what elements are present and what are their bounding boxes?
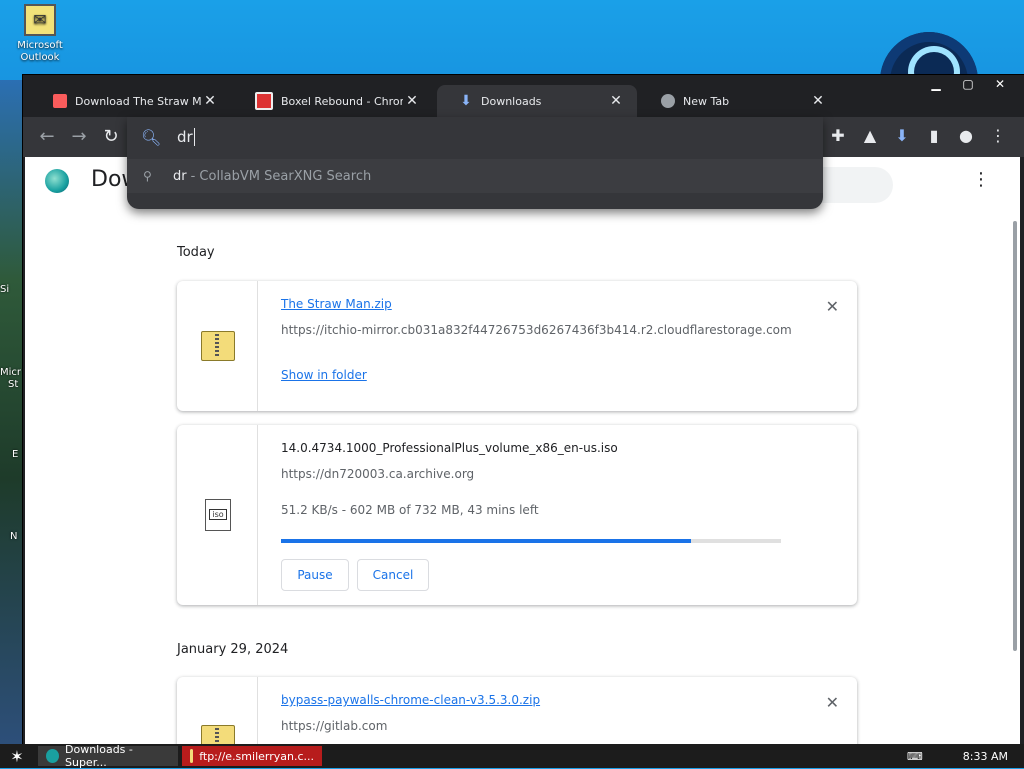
- browser-icon: [46, 749, 59, 763]
- omnibox-suggestion[interactable]: ⚲ dr - CollabVM SearXNG Search: [127, 159, 823, 193]
- desktop-partial-label: St: [8, 379, 19, 390]
- menu-kebab-icon[interactable]: ⋮: [987, 125, 1009, 147]
- keyboard-icon[interactable]: ⌨: [907, 750, 923, 763]
- file-source-url: https://dn720003.ca.archive.org: [281, 467, 475, 481]
- taskbar-item-ftp[interactable]: ftp://e.smilerryan.c...: [182, 746, 322, 766]
- browser-logo-icon: [45, 169, 69, 193]
- download-card: bypass-paywalls-chrome-clean-v3.5.3.0.zi…: [177, 677, 857, 745]
- file-icon-column: [177, 281, 258, 411]
- tab-title: Downloads: [481, 94, 542, 108]
- close-icon[interactable]: ✕: [607, 93, 625, 109]
- suggestion-query: dr: [173, 168, 187, 184]
- desktop-partial-label: N: [10, 531, 18, 542]
- start-icon[interactable]: ✶: [0, 747, 34, 766]
- file-icon-column: [177, 677, 258, 745]
- itchio-icon: [53, 94, 67, 108]
- file-icon-column: iso: [177, 425, 258, 605]
- show-in-folder-link[interactable]: Show in folder: [281, 368, 367, 382]
- desktop-partial-label: E: [12, 449, 19, 460]
- downloads-page: Dow ⋮ Today The Straw Man.zip https://it…: [25, 157, 1020, 745]
- download-progress-bar: [281, 539, 781, 543]
- date-header-today: Today: [177, 245, 215, 260]
- search-icon: 🔍︎: [141, 127, 162, 147]
- tab-downloads[interactable]: ⬇ Downloads ✕: [437, 85, 637, 117]
- desktop-partial-label: Si: [0, 284, 10, 295]
- date-header-jan-29: January 29, 2024: [177, 642, 289, 657]
- tab-boxel-rebound[interactable]: Boxel Rebound - Chrome W ✕: [233, 85, 433, 117]
- file-name-link[interactable]: bypass-paywalls-chrome-clean-v3.5.3.0.zi…: [281, 693, 540, 707]
- progress-fill: [281, 539, 691, 543]
- iso-file-icon: iso: [205, 499, 231, 531]
- window-controls: ▁ ▢ ✕: [920, 75, 1016, 93]
- clock: 8:33 AM: [962, 749, 1008, 763]
- close-window-icon[interactable]: ✕: [984, 75, 1016, 93]
- system-tray: ⌨ 8:33 AM: [907, 744, 1008, 768]
- search-icon: ⚲: [143, 169, 152, 183]
- scrollbar[interactable]: [1010, 217, 1020, 737]
- close-icon[interactable]: ✕: [201, 93, 219, 109]
- forward-arrow-icon[interactable]: →: [67, 125, 91, 149]
- profile-avatar-icon[interactable]: ●: [955, 125, 977, 147]
- desktop-icon-outlook[interactable]: ✉ Microsoft Outlook: [12, 4, 68, 64]
- file-source-url: https://itchio-mirror.cb031a832f44726753…: [281, 323, 792, 337]
- taskbar-item-downloads[interactable]: Downloads - Super...: [38, 743, 178, 769]
- game-icon: [255, 92, 273, 110]
- remove-download-icon[interactable]: ✕: [826, 693, 839, 712]
- globe-icon: [661, 94, 675, 108]
- maximize-icon[interactable]: ▢: [952, 75, 984, 93]
- address-input[interactable]: dr: [177, 128, 195, 146]
- more-options-icon[interactable]: ⋮: [972, 169, 990, 190]
- taskbar: ✶ Downloads - Super... ftp://e.smilerrya…: [0, 743, 1024, 769]
- folder-icon: [190, 749, 194, 763]
- tab-straw-man[interactable]: Download The Straw Man b ✕: [31, 85, 231, 117]
- file-name-link[interactable]: The Straw Man.zip: [281, 297, 392, 311]
- address-bar[interactable]: 🔍︎ dr: [127, 117, 823, 157]
- download-progress-icon[interactable]: ⬇: [891, 125, 913, 147]
- extensions-puzzle-icon[interactable]: ✚: [827, 125, 849, 147]
- download-card: iso 14.0.4734.1000_ProfessionalPlus_volu…: [177, 425, 857, 605]
- close-icon[interactable]: ✕: [403, 93, 421, 109]
- close-icon[interactable]: ✕: [809, 93, 827, 109]
- lab-flask-icon[interactable]: ▲: [859, 125, 881, 147]
- pause-button[interactable]: Pause: [281, 559, 349, 591]
- cancel-button[interactable]: Cancel: [357, 559, 429, 591]
- remove-download-icon[interactable]: ✕: [826, 297, 839, 316]
- desktop-partial-label: Micr: [0, 367, 22, 378]
- side-panel-icon[interactable]: ▮: [923, 125, 945, 147]
- minimize-icon[interactable]: ▁: [920, 75, 952, 93]
- back-arrow-icon[interactable]: ←: [35, 125, 59, 149]
- outlook-icon: ✉: [24, 4, 56, 36]
- omnibox-dropdown: 🔍︎ dr ⚲ dr - CollabVM SearXNG Search: [127, 117, 823, 209]
- suggestion-engine: - CollabVM SearXNG Search: [190, 168, 372, 184]
- file-source-url: https://gitlab.com: [281, 719, 388, 733]
- taskbar-item-label: Downloads - Super...: [65, 743, 133, 769]
- download-card: The Straw Man.zip https://itchio-mirror.…: [177, 281, 857, 411]
- browser-window: Download The Straw Man b ✕ Boxel Rebound…: [22, 74, 1024, 746]
- zip-file-icon: [201, 331, 235, 361]
- desktop-icon-label: Microsoft Outlook: [17, 40, 63, 63]
- tab-title: Boxel Rebound - Chrome W: [281, 94, 403, 108]
- tab-strip: Download The Straw Man b ✕ Boxel Rebound…: [23, 75, 1024, 117]
- download-status: 51.2 KB/s - 602 MB of 732 MB, 43 mins le…: [281, 503, 539, 517]
- file-name: 14.0.4734.1000_ProfessionalPlus_volume_x…: [281, 441, 618, 455]
- tab-title: Download The Straw Man b: [75, 94, 201, 108]
- tab-title: New Tab: [683, 94, 730, 108]
- reload-icon[interactable]: ↻: [99, 125, 123, 149]
- download-icon: ⬇: [460, 93, 472, 109]
- zip-file-icon: [201, 725, 235, 745]
- taskbar-item-label: ftp://e.smilerryan.c...: [199, 749, 314, 763]
- tab-new-tab[interactable]: New Tab ✕: [639, 85, 839, 117]
- scrollbar-thumb[interactable]: [1013, 221, 1017, 651]
